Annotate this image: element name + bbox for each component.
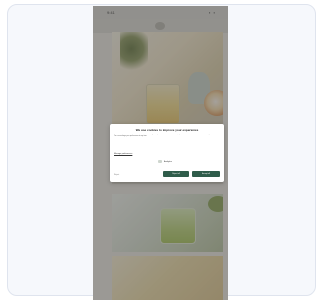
- cookie-secondary-label[interactable]: Reject: [114, 174, 119, 176]
- reject-all-button[interactable]: Reject all: [163, 171, 189, 177]
- toggle-icon[interactable]: [158, 160, 162, 163]
- accept-all-button[interactable]: Accept all: [192, 171, 220, 177]
- analytics-option-label: Analytics: [164, 161, 173, 164]
- analytics-option[interactable]: Analytics: [158, 160, 172, 163]
- cookie-consent-dialog: We use cookies to improve your experienc…: [110, 124, 224, 182]
- cookie-dialog-body: We and our partners use cookies and simi…: [114, 134, 219, 138]
- manage-preferences-link[interactable]: Manage preferences: [114, 153, 132, 155]
- cookie-dialog-title: We use cookies to improve your experienc…: [135, 128, 199, 132]
